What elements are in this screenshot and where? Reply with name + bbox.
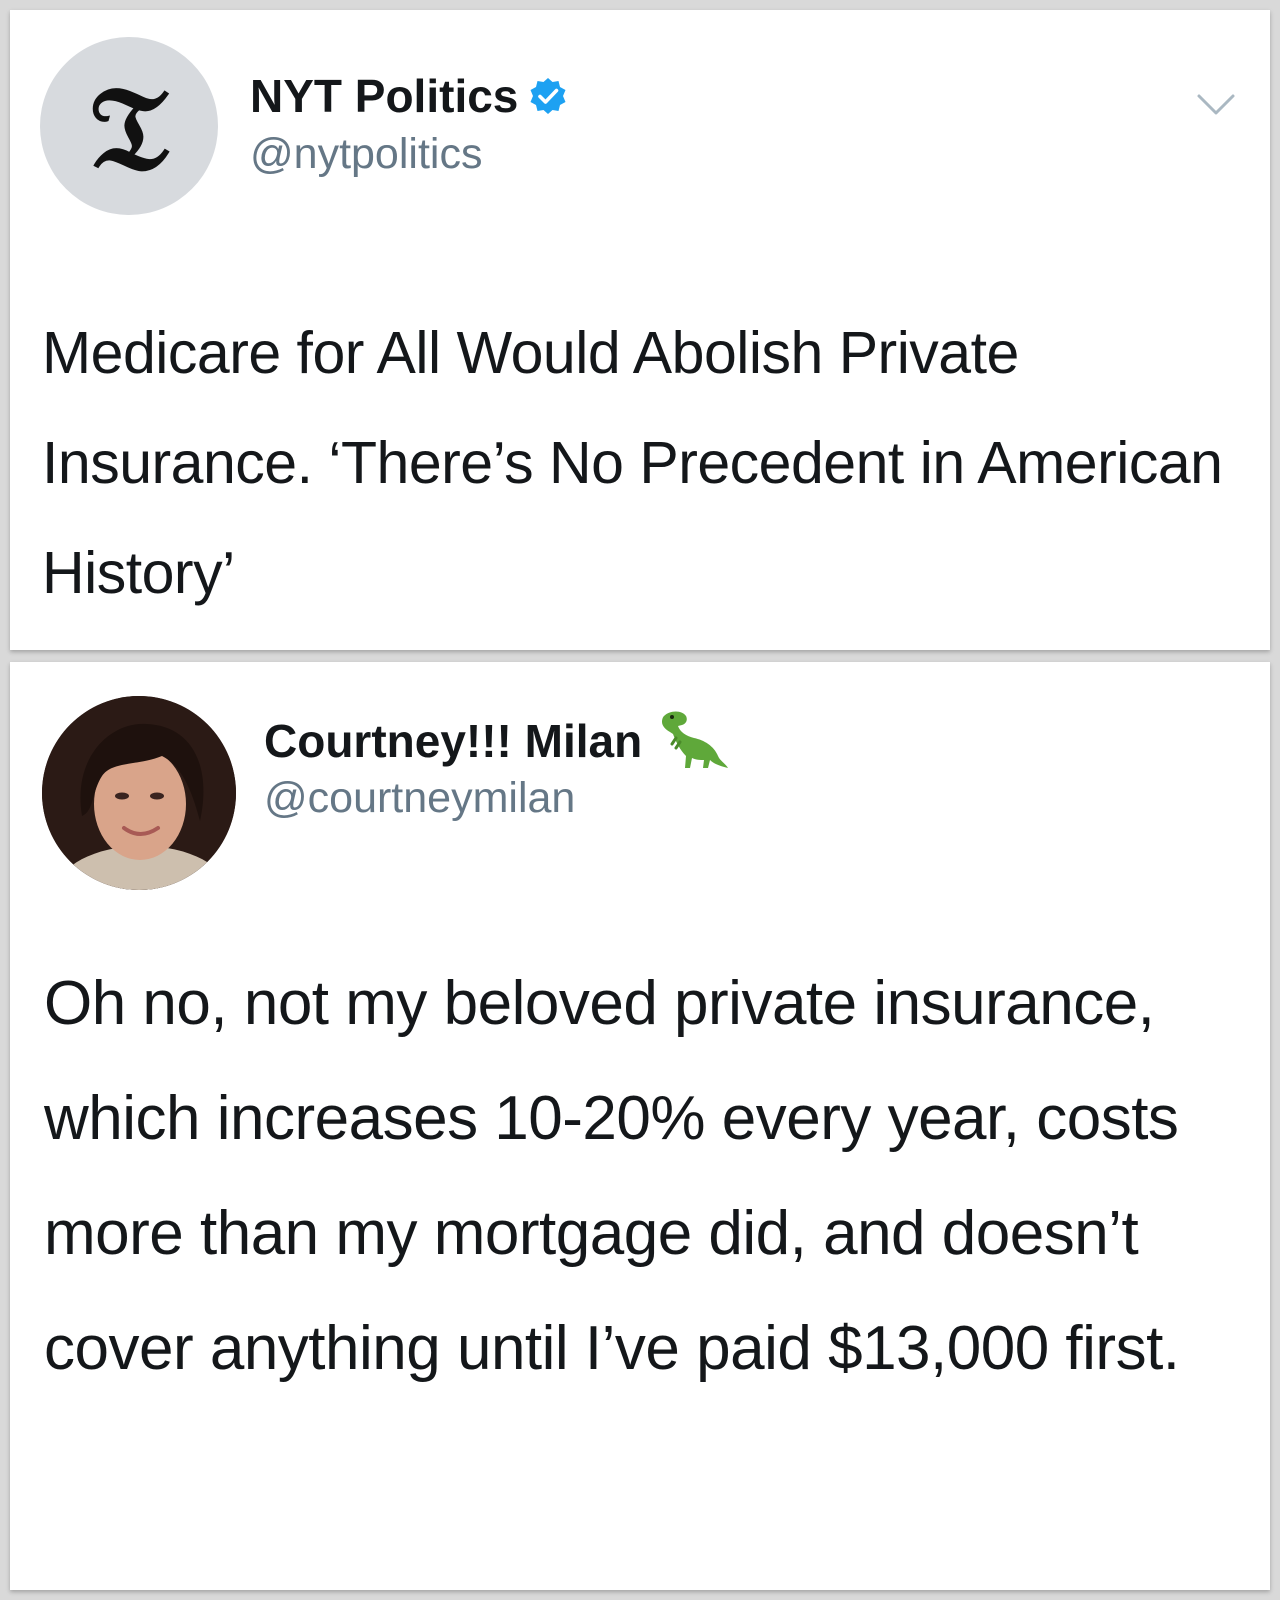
profile-photo bbox=[42, 696, 236, 890]
verified-badge-icon bbox=[528, 76, 568, 116]
author-handle[interactable]: @courtneymilan bbox=[264, 772, 575, 824]
author-name[interactable]: NYT Politics bbox=[250, 68, 568, 124]
t-rex-emoji-icon bbox=[656, 706, 730, 770]
chevron-down-icon[interactable] bbox=[1196, 92, 1236, 118]
avatar[interactable] bbox=[42, 696, 236, 890]
author-name[interactable]: Courtney!!! Milan bbox=[264, 711, 730, 770]
author-handle[interactable]: @nytpolitics bbox=[250, 128, 482, 180]
tweet-text: Oh no, not my beloved private insurance,… bbox=[44, 969, 1180, 1383]
author-name-text: Courtney!!! Milan bbox=[264, 715, 643, 767]
tweet-card-courtneymilan[interactable]: Courtney!!! Milan @courtneymilan Oh no, … bbox=[10, 662, 1270, 1590]
nyt-logo-icon: 𝔗 bbox=[89, 58, 169, 197]
author-name-text: NYT Politics bbox=[250, 70, 519, 122]
avatar[interactable]: 𝔗 bbox=[40, 37, 218, 215]
tweet-card-nytpolitics[interactable]: 𝔗 NYT Politics @nytpolitics Medicare for… bbox=[10, 10, 1270, 650]
tweet-text: Medicare for All Would Abolish Private I… bbox=[42, 320, 1223, 606]
